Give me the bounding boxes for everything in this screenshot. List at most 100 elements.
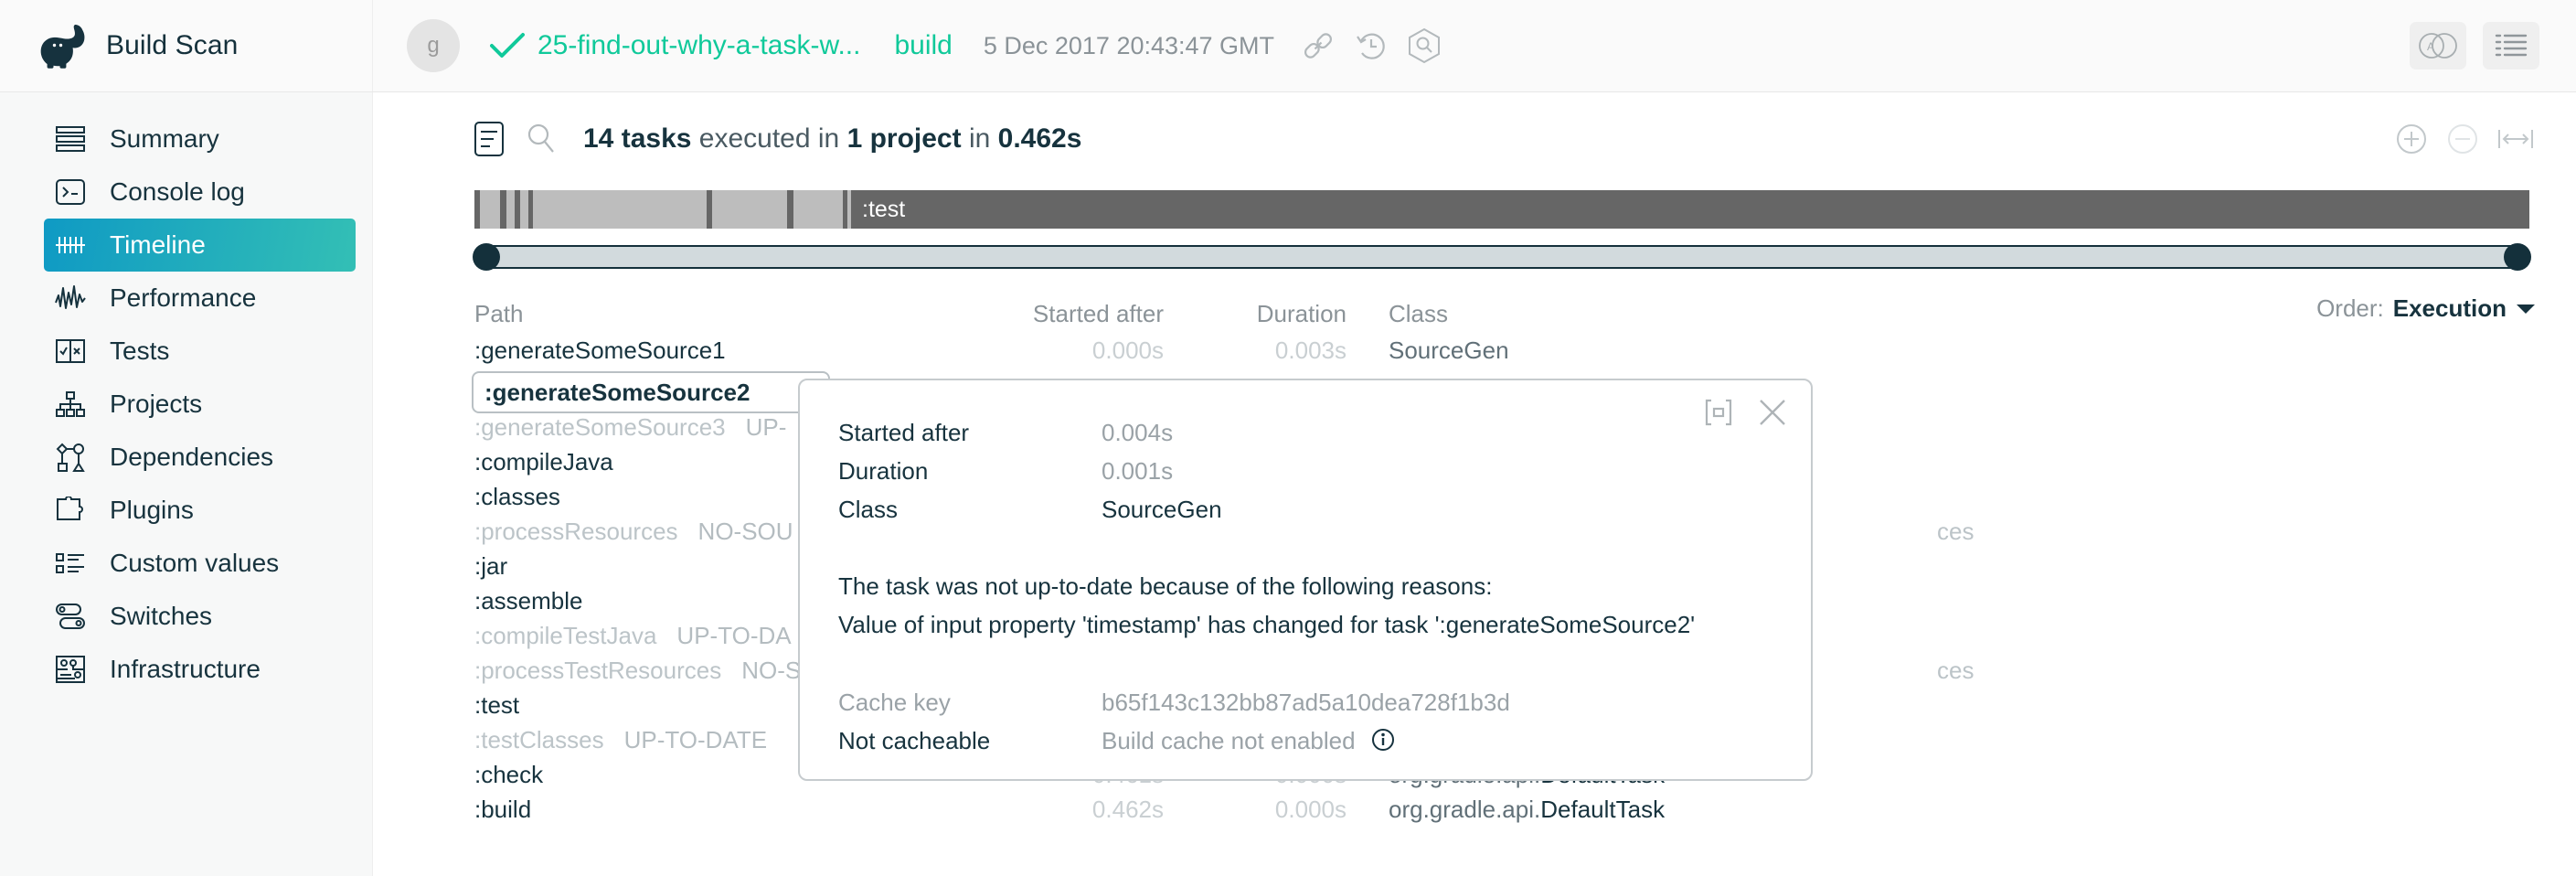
timeline-icon: [53, 228, 88, 262]
popup-started-after-label: Started after: [838, 419, 969, 447]
row-started: 0.462s: [963, 796, 1164, 824]
sidebar-item-infrastructure[interactable]: Infrastructure: [44, 643, 356, 696]
popup-reason-detail: Value of input property 'timestamp' has …: [838, 611, 1695, 639]
sidebar-item-custom-values[interactable]: Custom values: [44, 537, 356, 590]
avatar[interactable]: g: [407, 19, 460, 72]
minimap-segment: [520, 190, 528, 229]
list-menu-icon[interactable]: [2483, 22, 2539, 69]
popup-cacheable-label: Not cacheable: [838, 727, 990, 755]
brand-block[interactable]: Build Scan: [0, 0, 373, 91]
sidebar-item-console-log[interactable]: Console log: [44, 166, 356, 219]
dependencies-icon: [53, 440, 88, 475]
scrollbar-left-handle[interactable]: [473, 243, 500, 271]
sidebar-item-label: Projects: [110, 390, 202, 419]
scrollbar-right-handle[interactable]: [2504, 243, 2531, 271]
sidebar-item-tests[interactable]: Tests: [44, 325, 356, 378]
detail-view-icon[interactable]: [474, 121, 505, 157]
sidebar-item-summary[interactable]: Summary: [44, 112, 356, 166]
selected-task-path: :generateSomeSource2: [484, 379, 750, 407]
fit-width-icon[interactable]: [2497, 124, 2534, 154]
minimap-segment: [480, 190, 500, 229]
sidebar-item-label: Summary: [110, 124, 219, 154]
row-path: :processTestResources: [474, 657, 721, 684]
popup-class-label: Class: [838, 496, 898, 524]
build-label[interactable]: build: [894, 30, 952, 61]
top-bar: Build Scan g 25-find-out-why-a-task-w...…: [0, 0, 2576, 92]
search-hex-icon[interactable]: [1404, 26, 1444, 66]
zoom-in-icon[interactable]: [2395, 123, 2428, 155]
sidebar-item-label: Timeline: [110, 230, 206, 260]
sidebar-item-label: Console log: [110, 177, 245, 207]
selected-task-row[interactable]: :generateSomeSource2: [472, 371, 830, 413]
row-badge: UP-TO-DA: [676, 622, 791, 649]
popup-duration-value: 0.001s: [1102, 457, 1173, 486]
popup-duration-label: Duration: [838, 457, 928, 486]
table-row[interactable]: :build 0.462s 0.000s org.gradle.api.Defa…: [474, 792, 2559, 827]
minimap-segment: [793, 190, 843, 229]
table-row[interactable]: :generateSomeSource1 0.000s 0.003s Sourc…: [474, 333, 2559, 368]
popup-cacheable-value: Build cache not enabled: [1102, 727, 1395, 755]
zoom-controls: [2395, 123, 2576, 155]
svg-text:A: A: [2427, 40, 2434, 53]
custom-values-icon: [53, 546, 88, 581]
summary-in: in: [962, 123, 998, 154]
sidebar-item-plugins[interactable]: Plugins: [44, 484, 356, 537]
minimap-segment: [533, 190, 707, 229]
info-icon[interactable]: [1371, 728, 1395, 752]
popup-cache-key-label: Cache key: [838, 689, 951, 717]
row-class-simple: DefaultTask: [1540, 796, 1665, 823]
row-duration: 0.000s: [1164, 796, 1347, 824]
row-path: :build: [474, 796, 963, 824]
timeline-toolbar: 14 tasks executed in 1 project in 0.462s: [374, 92, 2576, 160]
column-header-path[interactable]: Path: [474, 300, 963, 328]
collapse-icon[interactable]: [1703, 397, 1734, 428]
chevron-down-icon: [2516, 303, 2536, 315]
sidebar-item-label: Switches: [110, 602, 212, 631]
popup-class-value: SourceGen: [1102, 496, 1222, 524]
search-icon[interactable]: [525, 122, 558, 156]
row-duration: 0.003s: [1164, 337, 1347, 365]
console-icon: [53, 175, 88, 209]
summary-mid: executed in: [691, 123, 846, 154]
header-icon-group: [1298, 26, 1444, 66]
popup-cache-key-value: b65f143c132bb87ad5a10dea728f1b3d: [1102, 689, 1510, 717]
row-path: :compileTestJava: [474, 622, 656, 649]
zoom-out-icon[interactable]: [2446, 123, 2479, 155]
sidebar-item-timeline[interactable]: Timeline: [44, 219, 356, 272]
history-icon[interactable]: [1351, 26, 1391, 66]
timeline-summary: 14 tasks executed in 1 project in 0.462s: [583, 123, 1081, 155]
close-icon[interactable]: [1758, 398, 1787, 427]
timeline-scrollbar[interactable]: [474, 245, 2529, 269]
total-duration: 0.462s: [998, 123, 1082, 154]
sidebar-item-label: Custom values: [110, 549, 279, 578]
sidebar-item-performance[interactable]: Performance: [44, 272, 356, 325]
link-icon[interactable]: [1298, 26, 1338, 66]
row-badge: UP-: [746, 413, 787, 441]
brand-name: Build Scan: [106, 30, 238, 61]
sidebar-item-label: Tests: [110, 337, 169, 366]
sidebar-item-dependencies[interactable]: Dependencies: [44, 431, 356, 484]
scan-title[interactable]: 25-find-out-why-a-task-w...: [538, 30, 860, 61]
column-header-duration[interactable]: Duration: [1164, 300, 1347, 328]
timeline-minimap[interactable]: :test: [474, 190, 2529, 229]
sidebar-item-switches[interactable]: Switches: [44, 590, 356, 643]
column-header-class[interactable]: Class: [1347, 300, 1448, 328]
row-path: :testClasses: [474, 726, 604, 753]
venn-compare-icon[interactable]: A: [2410, 22, 2466, 69]
row-path: :generateSomeSource3: [474, 413, 726, 441]
row-path: :generateSomeSource1: [474, 337, 963, 365]
column-header-started[interactable]: Started after: [963, 300, 1164, 328]
order-label: Order:: [2316, 294, 2384, 323]
popup-reason-heading: The task was not up-to-date because of t…: [838, 572, 1492, 601]
row-class: org.gradle.api.: [1389, 796, 1540, 823]
sidebar-item-label: Dependencies: [110, 443, 273, 472]
order-value: Execution: [2393, 294, 2507, 323]
order-selector[interactable]: Order: Execution: [2316, 294, 2536, 323]
popup-actions: [1703, 397, 1787, 428]
performance-icon: [53, 281, 88, 315]
sidebar-item-projects[interactable]: Projects: [44, 378, 356, 431]
top-bar-right-actions: A: [2410, 22, 2576, 69]
switches-icon: [53, 599, 88, 634]
popup-started-after-value: 0.004s: [1102, 419, 1173, 447]
row-badge: NO-SOU: [698, 518, 793, 545]
